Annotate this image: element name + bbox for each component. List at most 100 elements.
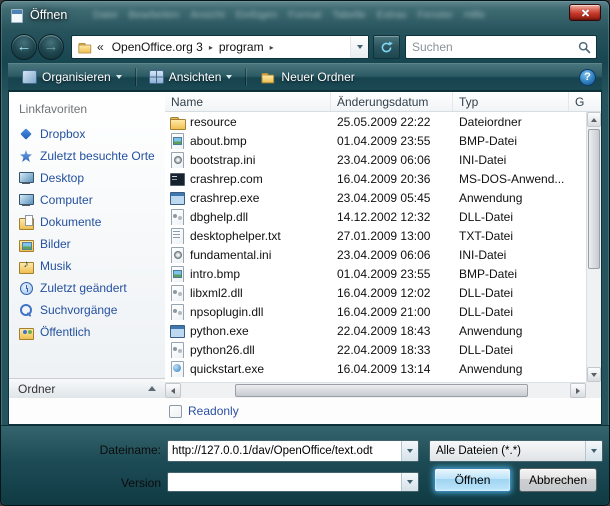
refresh-button[interactable]: [373, 35, 400, 59]
file-icon: [169, 266, 185, 282]
sidebar-item[interactable]: Suchvorgänge: [9, 299, 165, 321]
scroll-down-button[interactable]: [587, 367, 601, 382]
new-folder-button[interactable]: Neuer Ordner: [251, 66, 362, 88]
file-row[interactable]: desktophelper.txt 27.01.2009 13:00 TXT-D…: [165, 226, 586, 245]
help-button[interactable]: ?: [579, 69, 596, 86]
breadcrumb: OpenOffice.org 3▸program▸: [108, 36, 276, 58]
titlebar[interactable]: DateiBearbeitenAnsichtEinfügenFormatTabe…: [1, 1, 609, 31]
horizontal-scroll-thumb[interactable]: [235, 384, 528, 397]
readonly-label[interactable]: Readonly: [188, 404, 239, 418]
breadcrumb-separator-icon[interactable]: ▸: [268, 43, 276, 52]
file-date: 16.04.2009 13:14: [331, 362, 453, 376]
sidebar-item[interactable]: Dropbox: [9, 123, 165, 145]
sidebar-item[interactable]: Bilder: [9, 233, 165, 255]
sidebar-item[interactable]: Dokumente: [9, 211, 165, 233]
search-icon[interactable]: [578, 41, 591, 54]
file-icon: [169, 247, 185, 263]
breadcrumb-item[interactable]: program: [215, 40, 268, 54]
triangle-up-icon: [591, 118, 597, 122]
file-row[interactable]: intro.bmp 01.04.2009 23:55 BMP-Datei: [165, 264, 586, 283]
file-row[interactable]: libxml2.dll 16.04.2009 12:02 DLL-Datei: [165, 283, 586, 302]
file-row[interactable]: crashrep.com 16.04.2009 20:36 MS-DOS-Anw…: [165, 169, 586, 188]
back-button[interactable]: ←: [11, 34, 37, 60]
organize-icon: [22, 70, 37, 84]
chevron-up-icon: [148, 386, 156, 391]
file-row[interactable]: quickstart.exe 16.04.2009 13:14 Anwendun…: [165, 359, 586, 378]
folders-expander[interactable]: Ordner: [9, 378, 165, 398]
scroll-right-button[interactable]: [570, 383, 586, 398]
column-header-size[interactable]: G: [569, 92, 601, 111]
forward-arrow-icon: →: [44, 39, 59, 54]
background-menu-item: Fenster: [418, 9, 454, 21]
filetype-select[interactable]: Alle Dateien (*.*): [429, 440, 603, 462]
close-button[interactable]: [569, 4, 601, 21]
file-row[interactable]: python.exe 22.04.2009 18:43 Anwendung: [165, 321, 586, 340]
sidebar-item[interactable]: Desktop: [9, 167, 165, 189]
file-icon: [169, 209, 185, 225]
sidebar-item[interactable]: Öffentlich: [9, 321, 165, 343]
file-name-cell: quickstart.exe: [165, 361, 331, 377]
file-row[interactable]: crashrep.exe 23.04.2009 05:45 Anwendung: [165, 188, 586, 207]
filetype-dropdown-button[interactable]: [585, 441, 602, 461]
file-icon: [169, 152, 185, 168]
scroll-up-button[interactable]: [587, 112, 601, 127]
organize-button[interactable]: Organisieren: [14, 67, 130, 87]
sidebar-item[interactable]: Zuletzt geändert: [9, 277, 165, 299]
version-dropdown-button[interactable]: [401, 473, 418, 491]
forward-button[interactable]: →: [38, 34, 64, 60]
file-date: 22.04.2009 18:43: [331, 324, 453, 338]
scroll-left-button[interactable]: [165, 383, 181, 398]
column-header-date[interactable]: Änderungsdatum: [331, 92, 453, 111]
breadcrumb-overflow-chevron[interactable]: «: [93, 40, 108, 54]
file-name: bootstrap.ini: [190, 153, 255, 167]
file-row[interactable]: about.bmp 01.04.2009 23:55 BMP-Datei: [165, 131, 586, 150]
version-select[interactable]: [167, 472, 419, 492]
toolbar-separator: [135, 68, 136, 86]
filename-input[interactable]: [168, 441, 401, 461]
file-row[interactable]: resource 25.05.2009 22:22 Dateiordner: [165, 112, 586, 131]
horizontal-scrollbar[interactable]: [165, 382, 586, 398]
file-name-cell: libxml2.dll: [165, 285, 331, 301]
open-button[interactable]: Öffnen: [434, 468, 511, 492]
file-name-cell: dbghelp.dll: [165, 209, 331, 225]
filename-dropdown-button[interactable]: [401, 441, 418, 461]
file-date: 23.04.2009 06:06: [331, 248, 453, 262]
vertical-scroll-thumb[interactable]: [588, 129, 600, 269]
breadcrumb-separator-icon[interactable]: ▸: [207, 43, 215, 52]
chevron-down-icon: [407, 449, 413, 453]
cancel-button[interactable]: Abbrechen: [519, 468, 597, 492]
file-row[interactable]: bootstrap.ini 23.04.2009 06:06 INI-Datei: [165, 150, 586, 169]
file-icon: [169, 190, 185, 206]
sidebar-item[interactable]: Zuletzt besuchte Orte: [9, 145, 165, 167]
file-name: dbghelp.dll: [190, 210, 248, 224]
file-row[interactable]: dbghelp.dll 14.12.2002 12:32 DLL-Datei: [165, 207, 586, 226]
vertical-scrollbar[interactable]: [586, 112, 601, 382]
version-label: Version: [1, 476, 161, 490]
file-type: DLL-Datei: [453, 343, 569, 357]
address-dropdown-button[interactable]: [350, 36, 368, 58]
views-button[interactable]: Ansichten: [141, 67, 241, 87]
file-type: Dateiordner: [453, 115, 569, 129]
file-row[interactable]: python26.dll 22.04.2009 18:33 DLL-Datei: [165, 340, 586, 359]
file-date: 16.04.2009 21:00: [331, 305, 453, 319]
file-row[interactable]: npsoplugin.dll 16.04.2009 21:00 DLL-Date…: [165, 302, 586, 321]
sidebar-item[interactable]: Computer: [9, 189, 165, 211]
background-menu-item: Datei: [93, 9, 118, 21]
column-header-type[interactable]: Typ: [453, 92, 569, 111]
search-input[interactable]: [406, 40, 578, 54]
sidebar-item-icon: [18, 302, 34, 318]
address-bar[interactable]: « OpenOffice.org 3▸program▸: [71, 35, 369, 59]
breadcrumb-item[interactable]: OpenOffice.org 3: [108, 40, 207, 54]
sidebar-item-icon: [18, 236, 34, 252]
background-menu-item: Ansicht: [190, 9, 224, 21]
file-name: about.bmp: [190, 134, 247, 148]
column-header-name[interactable]: Name: [165, 92, 331, 111]
file-row[interactable]: fundamental.ini 23.04.2009 06:06 INI-Dat…: [165, 245, 586, 264]
dialog-icon: [11, 9, 23, 23]
file-date: 01.04.2009 23:55: [331, 134, 453, 148]
sidebar-item-icon: [18, 170, 34, 186]
file-name-cell: crashrep.exe: [165, 190, 331, 206]
sidebar-item[interactable]: Musik: [9, 255, 165, 277]
readonly-checkbox[interactable]: [169, 405, 182, 418]
version-value: [168, 473, 401, 491]
